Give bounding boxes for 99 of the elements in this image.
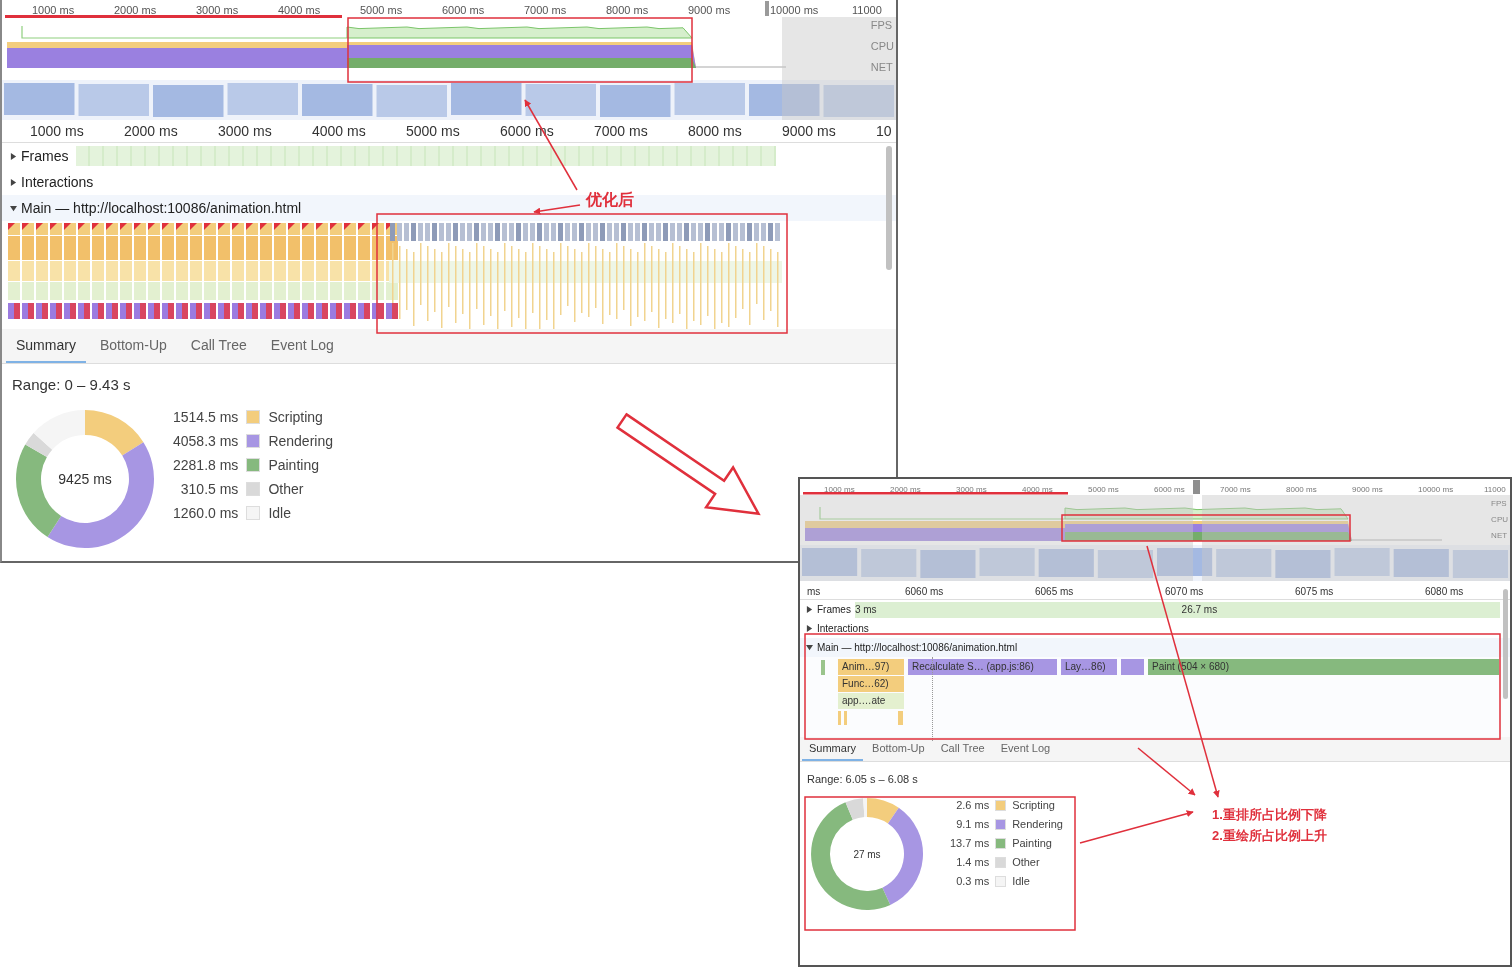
time-tick: 9000 ms — [688, 3, 731, 16]
tab[interactable]: Call Tree — [180, 329, 257, 363]
time-tick: 10000 ms — [770, 3, 819, 16]
flame-block[interactable]: Recalculate S… (app.js:86) — [908, 659, 1057, 675]
duration-value: 13.7 ms — [950, 837, 990, 849]
duration-value: 2.6 ms — [955, 799, 990, 811]
time-tick: 10 — [876, 123, 892, 139]
range-handle[interactable] — [1193, 480, 1200, 494]
time-tick: 6070 ms — [1165, 586, 1204, 597]
time-tick: 6075 ms — [1295, 586, 1334, 597]
lane-label: FPS — [870, 19, 894, 31]
range-label: Range: 6.05 s – 6.08 s — [807, 773, 919, 785]
time-tick: 8000 ms — [688, 123, 742, 139]
time-tick: 3000 ms — [196, 3, 239, 16]
duration-value: 2281.8 ms — [173, 457, 239, 473]
time-tick: 1000 ms — [824, 485, 855, 494]
track-label[interactable]: Interactions — [21, 174, 94, 190]
lane-label: FPS — [1491, 499, 1508, 508]
tab[interactable]: Call Tree — [933, 737, 992, 761]
annotation-label: 1.重排所占比例下降 — [1212, 806, 1327, 824]
track-label[interactable]: Frames — [21, 148, 69, 164]
track-label[interactable]: Interactions — [817, 623, 869, 634]
total-label: 9425 ms — [57, 471, 113, 487]
time-tick: 3000 ms — [218, 123, 272, 139]
flame-block[interactable]: Lay…86) — [1061, 659, 1117, 675]
time-tick: 1000 ms — [30, 123, 84, 139]
frame-marker — [821, 660, 825, 675]
time-tick: 4000 ms — [312, 123, 366, 139]
category-label: Painting — [268, 457, 320, 473]
frame-duration: 3 ms — [854, 604, 877, 615]
time-tick: 4000 ms — [278, 3, 321, 16]
track-label[interactable]: Frames — [817, 604, 851, 615]
total-label: 27 ms — [852, 848, 882, 860]
frame-duration: 26.7 ms — [1181, 604, 1218, 615]
flame-block[interactable] — [1121, 659, 1144, 675]
category-label: Idle — [1012, 875, 1031, 887]
category-label: Idle — [268, 505, 292, 521]
time-tick: 8000 ms — [606, 3, 649, 16]
time-tick: 10000 ms — [1418, 485, 1454, 494]
time-tick: 7000 ms — [524, 3, 567, 16]
track-label[interactable]: Main — http://localhost:10086/animation.html — [817, 642, 1018, 653]
tab[interactable]: Event Log — [260, 329, 344, 363]
time-tick: 4000 ms — [1022, 485, 1053, 494]
tab[interactable]: Event Log — [993, 737, 1058, 761]
category-label: Other — [1012, 856, 1041, 868]
time-tick: 6080 ms — [1425, 586, 1464, 597]
time-tick: 5000 ms — [406, 123, 460, 139]
flame-block[interactable]: Anim…97) — [838, 659, 904, 675]
category-label: Scripting — [268, 409, 324, 425]
duration-value: 1514.5 ms — [173, 409, 239, 425]
lane-label: CPU — [870, 40, 894, 52]
time-tick: 2000 ms — [124, 123, 178, 139]
time-tick: 11000 — [852, 3, 882, 16]
time-tick: 3000 ms — [956, 485, 987, 494]
duration-value: 4058.3 ms — [173, 433, 239, 449]
annotation-label: 优化后 — [586, 190, 634, 210]
category-label: Other — [268, 481, 305, 497]
time-tick: 1000 ms — [32, 3, 75, 16]
tab[interactable]: Bottom-Up — [89, 329, 177, 363]
lane-label: NET — [1491, 531, 1508, 540]
time-tick: ms — [807, 586, 821, 597]
time-tick: 2000 ms — [114, 3, 157, 16]
lane-label: CPU — [1491, 515, 1508, 524]
annotation-label: 2.重绘所占比例上升 — [1212, 827, 1327, 845]
time-tick: 9000 ms — [782, 123, 836, 139]
time-tick: 7000 ms — [594, 123, 648, 139]
category-label: Scripting — [1012, 799, 1056, 811]
range-label: Range: 0 – 9.43 s — [12, 376, 132, 393]
category-label: Rendering — [268, 433, 333, 449]
time-tick: 8000 ms — [1286, 485, 1317, 494]
time-tick: 5000 ms — [1088, 485, 1119, 494]
category-label: Painting — [1012, 837, 1053, 849]
time-tick: 7000 ms — [1220, 485, 1251, 494]
time-tick: 11000 — [1484, 485, 1506, 494]
duration-value: 1260.0 ms — [173, 505, 239, 521]
duration-value: 1.4 ms — [955, 856, 990, 868]
tab[interactable]: Summary — [802, 737, 864, 761]
tab[interactable]: Summary — [6, 329, 86, 363]
flame-block[interactable]: app.…ate — [838, 693, 904, 709]
annotation-arrow — [533, 204, 581, 215]
scrollbar-thumb[interactable] — [886, 146, 892, 270]
flame-block[interactable]: Func…62) — [838, 676, 904, 692]
category-label: Rendering — [1012, 818, 1063, 830]
duration-value: 9.1 ms — [955, 818, 990, 830]
range-handle[interactable] — [765, 1, 769, 16]
scrollbar-thumb[interactable] — [1503, 589, 1508, 699]
time-tick: 5000 ms — [360, 3, 403, 16]
time-tick: 6000 ms — [1154, 485, 1185, 494]
tab[interactable]: Bottom-Up — [865, 737, 932, 761]
track-label[interactable]: Main — http://localhost:10086/animation.html — [21, 200, 302, 216]
time-tick: 6060 ms — [905, 586, 944, 597]
time-tick: 9000 ms — [1352, 485, 1383, 494]
lane-label: NET — [870, 61, 894, 73]
time-tick: 2000 ms — [890, 485, 921, 494]
flame-chart-drawing — [838, 710, 904, 726]
duration-value: 0.3 ms — [955, 875, 990, 887]
duration-value: 310.5 ms — [179, 481, 239, 497]
time-tick: 6000 ms — [442, 3, 485, 16]
time-tick: 6065 ms — [1035, 586, 1074, 597]
